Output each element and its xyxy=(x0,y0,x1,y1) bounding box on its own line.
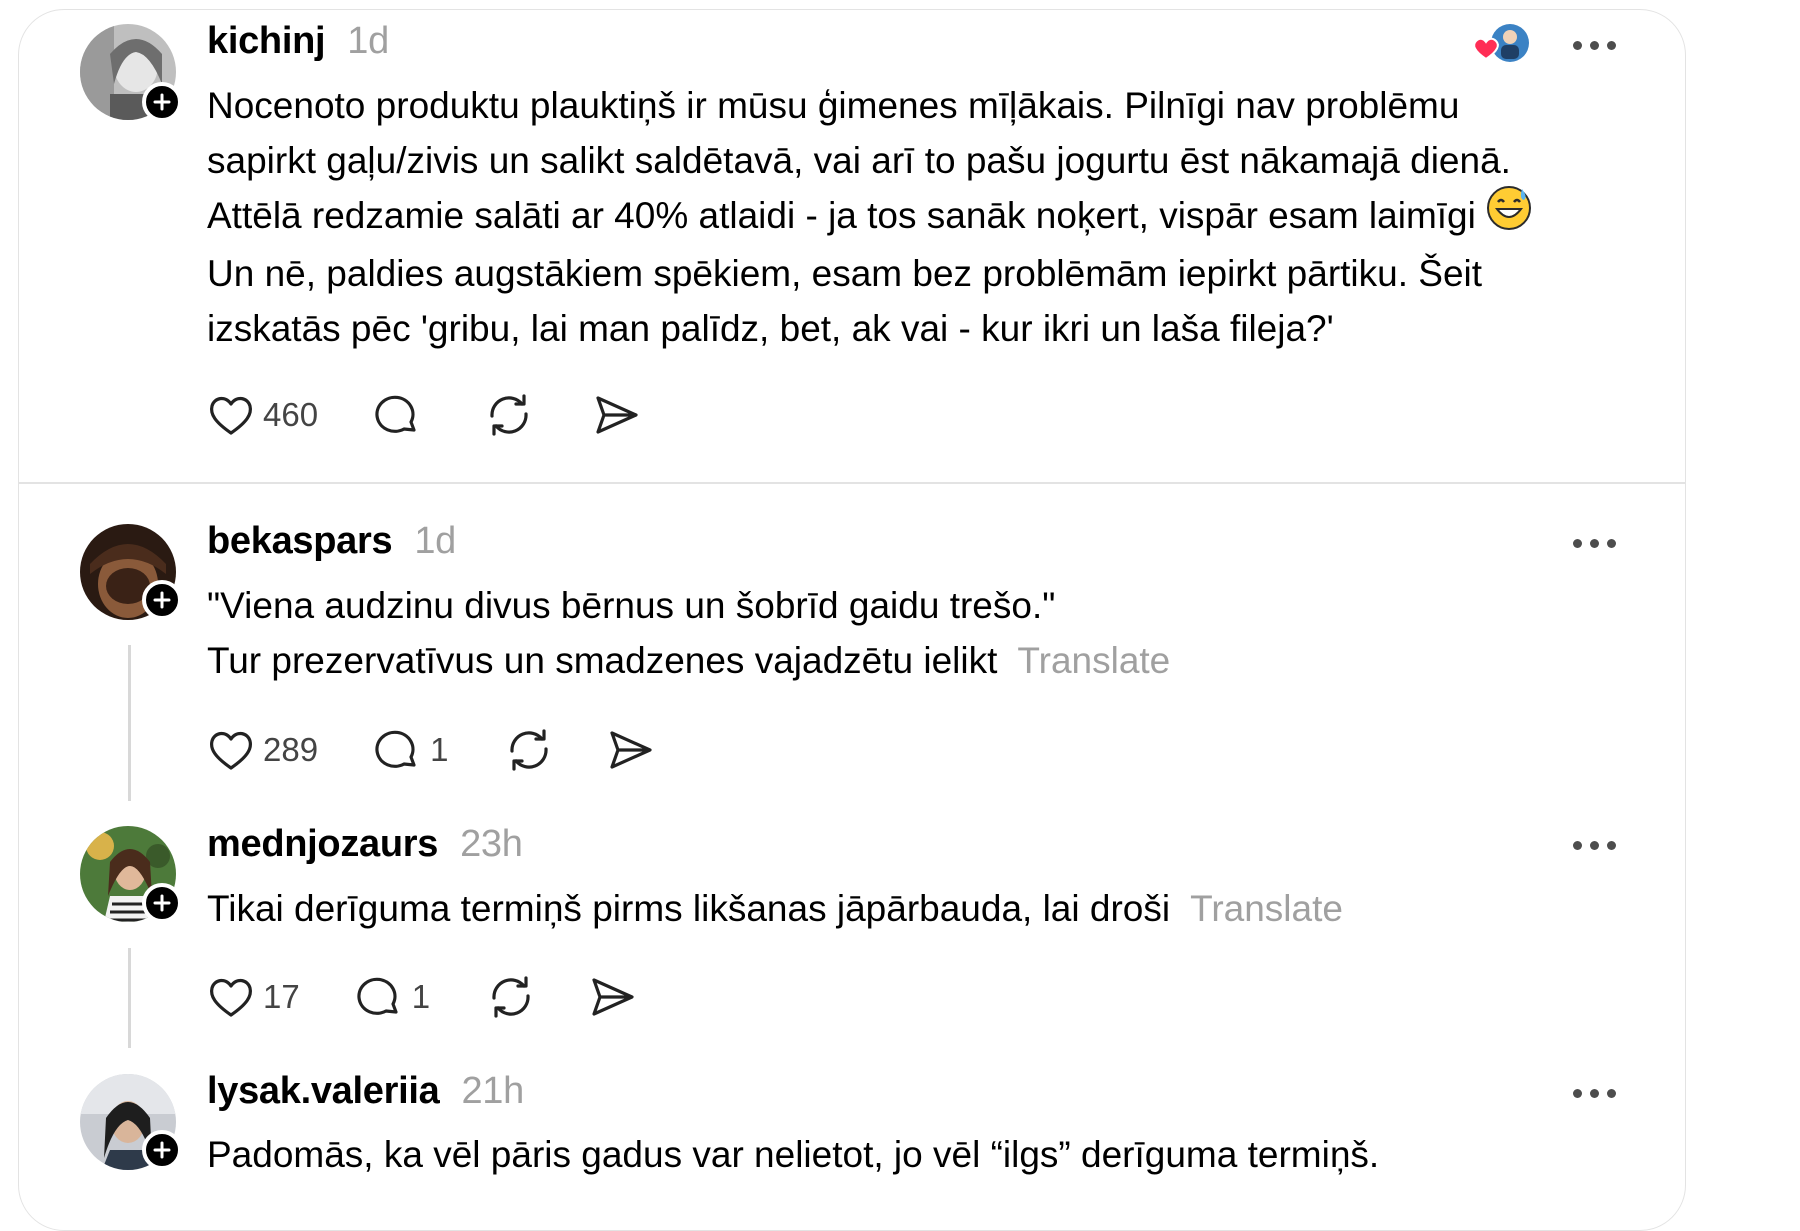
comment-icon xyxy=(375,730,416,768)
action-bar: 460 xyxy=(207,392,640,438)
post-text: "Viena audzinu divus bērnus un šobrīd ga… xyxy=(207,578,1170,688)
username[interactable]: lysak.valeriia 21h xyxy=(207,1070,524,1113)
post-line: Tur prezervatīvus un smadzenes vajadzētu… xyxy=(207,640,1171,681)
share-icon xyxy=(610,731,653,769)
thread-line xyxy=(128,948,131,1048)
plus-icon xyxy=(153,894,171,912)
comment-icon xyxy=(357,977,398,1015)
more-options-button[interactable] xyxy=(1573,1086,1623,1100)
thread-line xyxy=(128,645,131,801)
post-line: Padomās, ka vēl pāris gadus var nelietot… xyxy=(207,1134,1380,1175)
more-options-button[interactable] xyxy=(1573,536,1623,550)
more-dot xyxy=(1607,840,1616,850)
post-line: sapirkt gaļu/zivis un salikt saldētavā, … xyxy=(207,140,1511,181)
repost-icon xyxy=(492,976,530,1018)
heart-icon xyxy=(209,731,253,770)
post-line: Attēlā redzamie salāti ar 40% atlaidi - … xyxy=(207,185,1532,246)
post-divider xyxy=(18,482,1686,484)
plus-icon xyxy=(153,93,171,111)
repost-button[interactable] xyxy=(484,392,534,438)
translate-link[interactable]: Translate xyxy=(1017,640,1170,681)
follow-button[interactable] xyxy=(142,82,182,122)
more-dot xyxy=(1590,840,1599,850)
like-count: 460 xyxy=(263,396,319,433)
grinning-sweat-emoji xyxy=(1486,185,1532,246)
post-time: 23h xyxy=(460,823,523,865)
post-time: 21h xyxy=(461,1070,524,1112)
reply-count: 1 xyxy=(430,731,449,768)
more-dot xyxy=(1590,1088,1599,1098)
post-line: Nocenoto produktu plauktiņš ir mūsu ģime… xyxy=(207,85,1460,126)
heart-icon xyxy=(1473,37,1499,61)
translate-link[interactable]: Translate xyxy=(1190,888,1343,929)
post-line: "Viena audzinu divus bērnus un šobrīd ga… xyxy=(207,585,1056,626)
post-line: izskatās pēc 'gribu, lai man palīdz, bet… xyxy=(207,307,1334,349)
repost-button[interactable] xyxy=(504,727,554,773)
like-count: 17 xyxy=(263,978,300,1015)
post-line: Un nē, paldies augstākiem spēkiem, esam … xyxy=(207,252,1483,294)
post-line: Tikai derīguma termiņš pirms likšanas jā… xyxy=(207,888,1343,929)
more-dot xyxy=(1573,840,1582,850)
post-time: 1d xyxy=(414,520,456,562)
plus-icon xyxy=(153,591,171,609)
more-dot xyxy=(1573,538,1582,548)
comment-icon xyxy=(375,395,416,433)
follow-button[interactable] xyxy=(142,883,182,923)
reply-count: 1 xyxy=(411,978,431,1015)
action-bar: 289 1 xyxy=(207,727,654,773)
more-dot xyxy=(1573,1088,1582,1098)
share-icon xyxy=(592,978,634,1016)
more-dot xyxy=(1573,40,1582,50)
plus-icon xyxy=(153,1141,171,1159)
liked-by-avatars[interactable] xyxy=(1470,21,1532,67)
post-text: Nocenoto produktu plauktiņš ir mūsu ģime… xyxy=(207,78,1532,356)
like-button[interactable]: 289 xyxy=(207,727,318,773)
heart-icon xyxy=(209,978,253,1017)
repost-button[interactable] xyxy=(486,974,536,1020)
post-time: 1d xyxy=(347,20,389,62)
more-dot xyxy=(1607,538,1616,548)
post-text: Padomās, ka vēl pāris gadus var nelietot… xyxy=(207,1127,1379,1182)
like-count: 289 xyxy=(263,731,319,768)
more-dot xyxy=(1607,40,1616,50)
username[interactable]: kichinj 1d xyxy=(207,20,389,63)
share-button[interactable] xyxy=(606,727,654,773)
share-icon xyxy=(596,396,638,434)
share-button[interactable] xyxy=(588,974,636,1020)
more-options-button[interactable] xyxy=(1573,38,1623,52)
username[interactable]: mednjozaurs 23h xyxy=(207,823,523,866)
follow-button[interactable] xyxy=(142,1130,182,1170)
more-dot xyxy=(1590,538,1599,548)
share-button[interactable] xyxy=(592,392,640,438)
repost-icon xyxy=(490,394,528,436)
more-dot xyxy=(1607,1088,1616,1098)
like-button[interactable]: 460 xyxy=(207,392,318,438)
more-options-button[interactable] xyxy=(1573,838,1623,852)
repost-icon xyxy=(510,729,549,771)
reply-button[interactable]: 1 xyxy=(374,727,448,773)
reply-button[interactable]: 1 xyxy=(356,974,430,1020)
more-dot xyxy=(1590,40,1599,50)
reply-button[interactable] xyxy=(374,392,422,438)
heart-icon xyxy=(209,396,253,435)
username[interactable]: bekaspars 1d xyxy=(207,520,456,563)
like-button[interactable]: 17 xyxy=(207,974,300,1020)
post-text: Tikai derīguma termiņš pirms likšanas jā… xyxy=(207,881,1343,936)
follow-button[interactable] xyxy=(142,580,182,620)
action-bar: 17 1 xyxy=(207,974,636,1020)
